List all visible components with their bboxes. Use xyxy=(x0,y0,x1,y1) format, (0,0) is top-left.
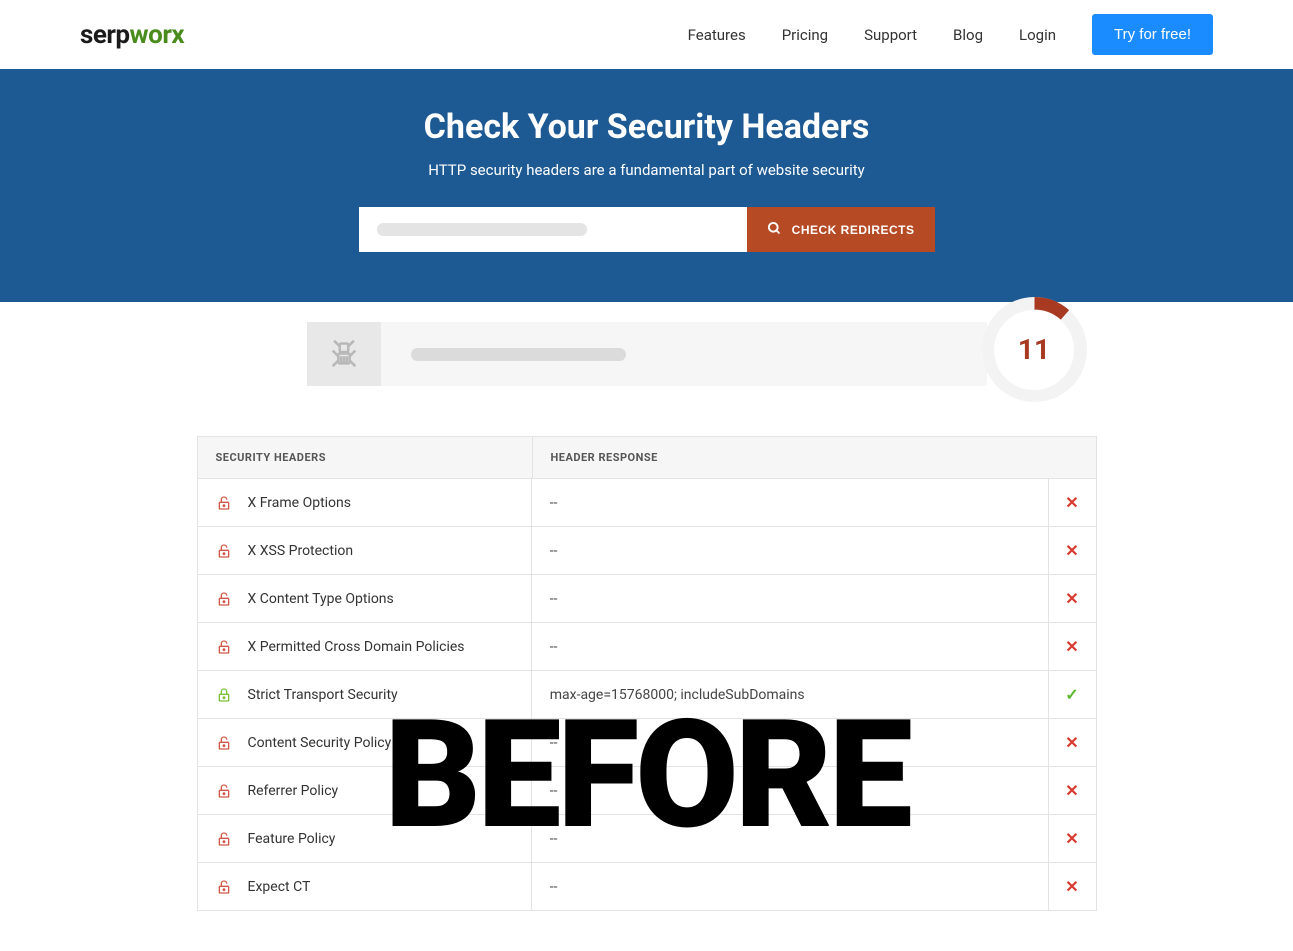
lock-icon xyxy=(216,782,232,800)
cell-status: ✕ xyxy=(1049,623,1096,670)
table-row: Strict Transport Security max-age=1576800… xyxy=(198,671,1096,719)
hero-title: Check Your Security Headers xyxy=(0,107,1293,147)
cell-header-response: -- xyxy=(532,815,1049,862)
table-row: X Permitted Cross Domain Policies -- ✕ xyxy=(198,623,1096,671)
cell-header-response: max-age=15768000; includeSubDomains xyxy=(532,671,1049,718)
table-row: X Frame Options -- ✕ xyxy=(198,479,1096,527)
result-url-box xyxy=(381,322,987,386)
check-redirects-button[interactable]: CHECK REDIRECTS xyxy=(747,207,935,252)
content: 11 SECURITY HEADERS HEADER RESPONSE X Fr… xyxy=(0,302,1293,951)
cell-status: ✕ xyxy=(1049,575,1096,622)
headers-table: SECURITY HEADERS HEADER RESPONSE X Frame… xyxy=(197,436,1097,911)
header-name-text: X Content Type Options xyxy=(248,591,394,607)
cell-header-response: -- xyxy=(532,575,1049,622)
cross-icon: ✕ xyxy=(1065,493,1078,512)
score-circle: 11 xyxy=(982,297,1087,402)
header-name-text: Content Security Policy xyxy=(248,735,392,751)
table-row: Content Security Policy -- ✕ xyxy=(198,719,1096,767)
table-row: X XSS Protection -- ✕ xyxy=(198,527,1096,575)
lock-icon xyxy=(216,830,232,848)
lock-icon xyxy=(216,590,232,608)
cell-header-name: Strict Transport Security xyxy=(198,671,532,718)
header-bar: serpworx Features Pricing Support Blog L… xyxy=(0,0,1293,69)
nav-login[interactable]: Login xyxy=(1019,26,1056,44)
nav-pricing[interactable]: Pricing xyxy=(782,26,828,44)
cell-status: ✕ xyxy=(1049,527,1096,574)
lock-icon xyxy=(216,686,232,704)
cross-icon: ✕ xyxy=(1065,877,1078,896)
cross-icon: ✕ xyxy=(1065,637,1078,656)
header-name-text: Referrer Policy xyxy=(248,783,339,799)
header-name-text: X Permitted Cross Domain Policies xyxy=(248,639,465,655)
cell-header-name: Referrer Policy xyxy=(198,767,532,814)
cross-icon: ✕ xyxy=(1065,829,1078,848)
table-header: SECURITY HEADERS HEADER RESPONSE xyxy=(198,437,1096,479)
table-row: Referrer Policy -- ✕ xyxy=(198,767,1096,815)
table-row: Expect CT -- ✕ xyxy=(198,863,1096,910)
header-name-text: X Frame Options xyxy=(248,495,352,511)
cell-header-name: Content Security Policy xyxy=(198,719,532,766)
lock-icon xyxy=(216,878,232,896)
header-name-text: X XSS Protection xyxy=(248,543,354,559)
cross-icon: ✕ xyxy=(1065,733,1078,752)
search-icon xyxy=(767,221,782,239)
table-row: Feature Policy -- ✕ xyxy=(198,815,1096,863)
nav: Features Pricing Support Blog Login Try … xyxy=(688,14,1213,55)
cell-header-response: -- xyxy=(532,767,1049,814)
header-name-text: Strict Transport Security xyxy=(248,687,398,703)
cell-header-response: -- xyxy=(532,623,1049,670)
hero-subtitle: HTTP security headers are a fundamental … xyxy=(0,161,1293,179)
check-icon: ✓ xyxy=(1065,685,1078,704)
header-name-text: Expect CT xyxy=(248,879,311,895)
try-free-button[interactable]: Try for free! xyxy=(1092,14,1213,55)
result-url-redacted xyxy=(411,348,626,361)
check-button-label: CHECK REDIRECTS xyxy=(792,223,915,237)
cell-header-response: -- xyxy=(532,527,1049,574)
cell-header-name: X Permitted Cross Domain Policies xyxy=(198,623,532,670)
cell-header-name: X XSS Protection xyxy=(198,527,532,574)
cell-header-name: X Frame Options xyxy=(198,479,532,526)
cell-status: ✕ xyxy=(1049,479,1096,526)
cell-header-name: Feature Policy xyxy=(198,815,532,862)
lock-icon xyxy=(216,494,232,512)
cell-header-response: -- xyxy=(532,863,1049,910)
cell-status: ✕ xyxy=(1049,863,1096,910)
cross-icon: ✕ xyxy=(1065,541,1078,560)
logo-part2: worx xyxy=(130,20,185,50)
nav-blog[interactable]: Blog xyxy=(953,26,983,44)
url-input[interactable] xyxy=(359,207,747,252)
cross-icon: ✕ xyxy=(1065,589,1078,608)
cell-header-name: X Content Type Options xyxy=(198,575,532,622)
cell-status: ✕ xyxy=(1049,815,1096,862)
logo[interactable]: serpworx xyxy=(80,20,184,50)
header-col-response: HEADER RESPONSE xyxy=(533,437,1096,478)
cell-status: ✕ xyxy=(1049,719,1096,766)
cross-icon: ✕ xyxy=(1065,781,1078,800)
header-col-name: SECURITY HEADERS xyxy=(198,437,533,478)
score-value: 11 xyxy=(1018,333,1050,366)
nav-support[interactable]: Support xyxy=(864,26,917,44)
cell-status: ✕ xyxy=(1049,767,1096,814)
cell-header-response: -- xyxy=(532,479,1049,526)
hero-section: Check Your Security Headers HTTP securit… xyxy=(0,69,1293,302)
spider-icon xyxy=(327,335,361,373)
header-name-text: Feature Policy xyxy=(248,831,336,847)
crawler-icon-box xyxy=(307,322,381,386)
lock-icon xyxy=(216,734,232,752)
lock-icon xyxy=(216,542,232,560)
cell-header-response: -- xyxy=(532,719,1049,766)
lock-icon xyxy=(216,638,232,656)
logo-part1: serp xyxy=(80,20,130,50)
cell-header-name: Expect CT xyxy=(198,863,532,910)
nav-features[interactable]: Features xyxy=(688,26,746,44)
input-placeholder-redacted xyxy=(377,223,587,236)
cell-status: ✓ xyxy=(1049,671,1096,718)
table-row: X Content Type Options -- ✕ xyxy=(198,575,1096,623)
search-bar: CHECK REDIRECTS xyxy=(359,207,935,252)
result-bar: 11 xyxy=(307,322,987,386)
